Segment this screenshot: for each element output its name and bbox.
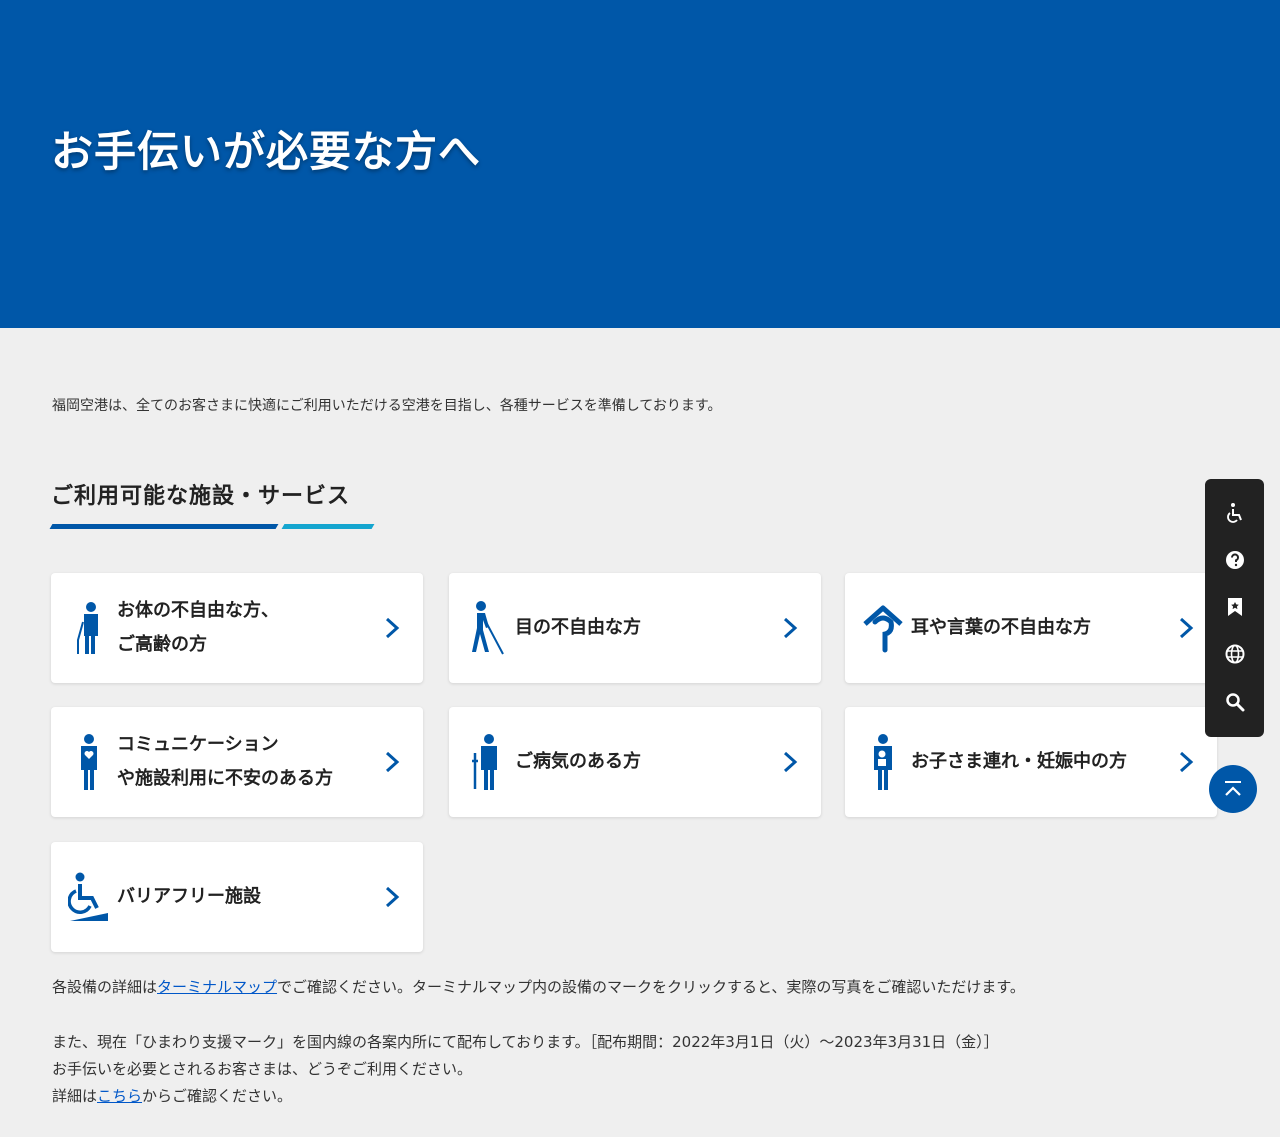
chevron-right-icon [1179,617,1194,639]
use-note: お手伝いを必要とされるお客さまは、どうぞご利用ください。 [52,1060,473,1078]
wheelchair-ramp-icon [67,867,111,927]
bookmark-icon [1227,598,1242,616]
terminal-map-link[interactable]: ターミナルマップ [157,978,277,996]
card-label: ご病気のある方 [515,751,641,772]
details-link[interactable]: こちら [97,1087,142,1105]
card-label: 耳や言葉の不自由な方 [911,617,1091,638]
chevron-right-icon [385,886,400,908]
parent-with-child-icon [861,732,905,792]
card-visually-impaired[interactable]: 目の不自由な方 [449,573,821,683]
hero-banner: お手伝いが必要な方へ [0,0,1280,328]
accessibility-button[interactable] [1205,493,1264,533]
bookmark-button[interactable] [1205,587,1264,627]
chevron-right-icon [385,751,400,773]
note-text: からご確認ください。 [142,1087,293,1105]
note-text: 詳細は [52,1087,98,1105]
page-title: お手伝いが必要な方へ [51,127,482,176]
title-underline-accent [281,524,375,529]
search-icon [1225,693,1244,712]
person-heart-icon [67,732,111,792]
person-crutch-icon [465,732,509,792]
section-title: ご利用可能な施設・サービス [51,484,351,509]
visually-impaired-person-icon [465,598,509,658]
chevron-right-icon [1179,751,1194,773]
card-hearing-speech[interactable]: 耳や言葉の不自由な方 [845,573,1217,683]
floating-sidebar [1205,479,1264,737]
terminal-map-note: 各設備の詳細はターミナルマップでご確認ください。ターミナルマップ内の設備のマーク… [52,974,1025,1001]
himawari-note: また、現在「ひまわり支援マーク」を国内線の各案内所にて配布しております。［配布期… [52,1033,999,1051]
title-underline-primary [49,524,279,529]
card-illness[interactable]: ご病気のある方 [449,707,821,817]
card-label: コミュニケーション や施設利用に不安のある方 [117,734,333,789]
language-button[interactable] [1205,634,1264,674]
help-icon [1225,551,1244,569]
card-label: お体の不自由な方、 ご高齢の方 [117,600,279,655]
chevron-right-icon [783,751,798,773]
card-label: お子さま連れ・妊娠中の方 [911,751,1127,772]
scroll-to-top-icon [1225,781,1241,796]
card-communication[interactable]: コミュニケーション や施設利用に不安のある方 [51,707,423,817]
chevron-right-icon [783,617,798,639]
intro-text: 福岡空港は、全てのお客さまに快適にご利用いただける空港を目指し、各種サービスを準… [52,398,722,414]
note-text: でご確認ください。ターミナルマップ内の設備のマークをクリックすると、実際の写真を… [277,978,1025,996]
card-children-pregnancy[interactable]: お子さま連れ・妊娠中の方 [845,707,1217,817]
card-barrier-free[interactable]: バリアフリー施設 [51,842,423,952]
ear-symbol-icon [861,598,905,658]
elderly-person-cane-icon [67,598,111,658]
detail-note: 詳細はこちらからご確認ください。 [52,1083,292,1110]
help-button[interactable] [1205,540,1264,580]
chevron-right-icon [385,617,400,639]
scroll-to-top-button[interactable] [1209,765,1257,813]
card-mobility-elderly[interactable]: お体の不自由な方、 ご高齢の方 [51,573,423,683]
note-text: 各設備の詳細は [52,978,158,996]
search-button[interactable] [1205,682,1264,722]
globe-icon [1225,644,1244,664]
card-label: バリアフリー施設 [117,886,261,907]
accessibility-icon [1226,503,1242,523]
card-label: 目の不自由な方 [515,617,641,638]
